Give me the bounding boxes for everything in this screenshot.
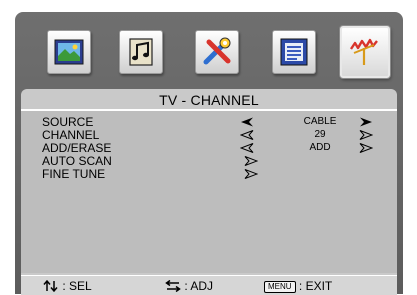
add-erase-left-arrow-icon[interactable] <box>240 143 254 153</box>
add-erase-right-arrow-icon[interactable] <box>359 143 373 153</box>
add-erase-label: ADD/ERASE <box>42 141 112 155</box>
channel-row[interactable]: CHANNEL 29 <box>21 128 397 142</box>
auto-scan-right-arrow-icon[interactable] <box>244 156 258 166</box>
auto-scan-row[interactable]: AUTO SCAN <box>21 154 397 168</box>
auto-scan-label: AUTO SCAN <box>42 154 112 168</box>
adjust-hint-label: : ADJ <box>184 279 214 293</box>
source-row[interactable]: SOURCE CABLE <box>21 115 397 129</box>
channel-value: 29 <box>314 129 326 140</box>
picture-icon[interactable] <box>47 30 91 74</box>
audio-icon[interactable] <box>119 30 163 74</box>
add-erase-row[interactable]: ADD/ERASE ADD <box>21 141 397 155</box>
source-label: SOURCE <box>42 115 94 129</box>
menu-key: MENU <box>264 281 296 293</box>
adjust-hint: : ADJ <box>165 279 213 293</box>
source-value: CABLE <box>303 116 337 127</box>
fine-tune-row[interactable]: FINE TUNE <box>21 167 397 181</box>
source-left-arrow-icon[interactable] <box>240 117 254 127</box>
menu-icon-bar <box>15 12 403 92</box>
setup-tools-icon[interactable] <box>195 30 239 74</box>
channel-label: CHANNEL <box>42 128 100 142</box>
left-right-arrows-icon <box>165 279 184 293</box>
up-down-arrows-icon <box>43 279 62 293</box>
add-erase-value: ADD <box>309 142 331 153</box>
select-hint-label: : SEL <box>62 279 92 293</box>
channel-left-arrow-icon[interactable] <box>240 130 254 140</box>
source-right-arrow-icon[interactable] <box>359 117 373 127</box>
tv-channel-panel: TV - CHANNEL SOURCE CABLE CHANNEL 29 ADD… <box>21 89 397 295</box>
settings-list: SOURCE CABLE CHANNEL 29 ADD/ERASE ADD AU… <box>21 111 397 273</box>
exit-hint: MENU : EXIT <box>264 279 332 293</box>
fine-tune-right-arrow-icon[interactable] <box>244 169 258 179</box>
select-hint: : SEL <box>43 279 92 293</box>
function-menu-icon[interactable] <box>272 30 316 74</box>
channel-right-arrow-icon[interactable] <box>359 130 373 140</box>
panel-title: TV - CHANNEL <box>159 92 259 108</box>
tv-channel-antenna-icon[interactable] <box>340 26 390 78</box>
fine-tune-label: FINE TUNE <box>42 167 106 181</box>
osd-menu: TV - CHANNEL SOURCE CABLE CHANNEL 29 ADD… <box>15 12 403 295</box>
exit-hint-label: : EXIT <box>298 279 333 293</box>
key-hint-bar: : SEL : ADJ MENU : EXIT <box>21 275 397 295</box>
